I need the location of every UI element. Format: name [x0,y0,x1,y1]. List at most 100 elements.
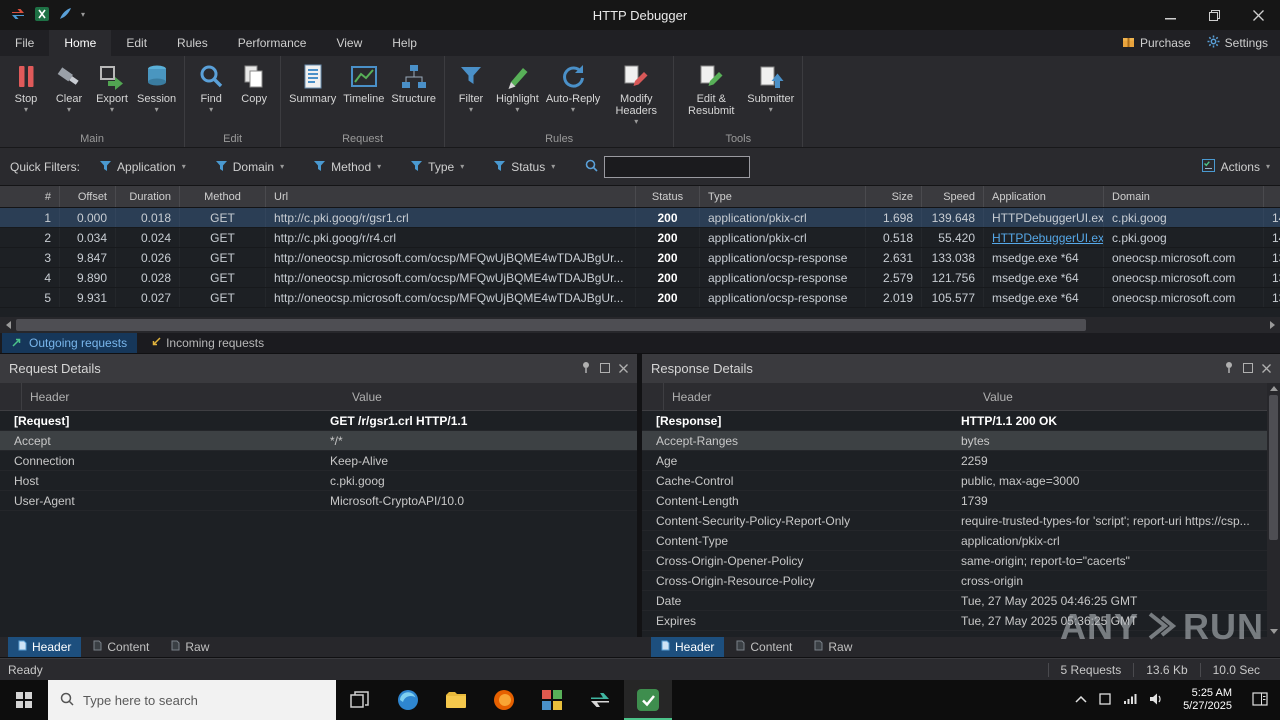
actions-dropdown[interactable]: Actions ▾ [1201,158,1270,175]
filter-domain-dropdown[interactable]: Domain ▾ [206,157,294,177]
session-button[interactable]: Session ▾ [134,59,179,116]
column-header-type[interactable]: Type [700,186,866,207]
minimize-button[interactable] [1148,0,1192,30]
pin-icon[interactable] [1224,361,1234,376]
tray-app-icon[interactable] [1099,692,1111,708]
close-panel-icon[interactable] [619,361,628,376]
request-tab-raw[interactable]: Raw [161,637,219,657]
quick-access-caret-icon[interactable]: ▾ [81,11,85,19]
scroll-right-button[interactable] [1264,317,1280,333]
column-header-status[interactable]: Status [636,186,700,207]
cell-application-link[interactable]: HTTPDebuggerUI.ex... [992,231,1103,245]
quick-edit-icon[interactable] [58,7,72,24]
restore-button[interactable] [1192,0,1236,30]
table-row[interactable]: 2 0.034 0.024 GET http://c.pki.goog/r/r4… [0,228,1280,248]
structure-button[interactable]: Structure [388,59,439,107]
table-row[interactable]: 1 0.000 0.018 GET http://c.pki.goog/r/gs… [0,208,1280,228]
taskbar-clock[interactable]: 5:25 AM 5/27/2025 [1175,687,1240,713]
scrollbar-thumb[interactable] [1269,395,1278,540]
column-header-offset[interactable]: Offset [60,186,116,207]
pin-icon[interactable] [581,361,591,376]
firefox-icon[interactable] [480,680,528,720]
response-tab-content[interactable]: Content [726,637,802,657]
task-view-button[interactable] [336,680,384,720]
edit-resubmit-button[interactable]: Edit & Resubmit [679,59,743,119]
find-button[interactable]: Find ▾ [190,59,232,116]
notification-center-icon[interactable] [1252,691,1276,709]
horizontal-scrollbar[interactable] [0,317,1280,333]
summary-button[interactable]: Summary [286,59,339,107]
modify-headers-button[interactable]: Modify Headers ▾ [604,59,668,128]
list-item[interactable]: Accept */* [0,431,637,451]
volume-icon[interactable] [1149,693,1163,708]
purchase-button[interactable]: Purchase [1122,35,1191,51]
list-item[interactable]: [Request] GET /r/gsr1.crl HTTP/1.1 [0,411,637,431]
tab-edit[interactable]: Edit [111,30,162,56]
scrollbar-track[interactable] [1267,391,1280,629]
list-item[interactable]: User-Agent Microsoft-CryptoAPI/10.0 [0,491,637,511]
filter-button[interactable]: Filter ▾ [450,59,492,116]
list-item[interactable]: Expires Tue, 27 May 2025 05:36:25 GMT [642,611,1267,631]
header-column-label[interactable]: Header [22,390,342,404]
table-row[interactable]: 3 9.847 0.026 GET http://oneocsp.microso… [0,248,1280,268]
tab-help[interactable]: Help [377,30,432,56]
scroll-down-button[interactable] [1269,629,1278,634]
table-row[interactable]: 4 9.890 0.028 GET http://oneocsp.microso… [0,268,1280,288]
response-tab-raw[interactable]: Raw [804,637,862,657]
copy-button[interactable]: Copy [233,59,275,107]
filter-method-dropdown[interactable]: Method ▾ [304,157,391,177]
taskbar-search[interactable] [48,680,336,720]
highlight-button[interactable]: Highlight ▾ [493,59,542,116]
file-explorer-icon[interactable] [432,680,480,720]
list-item[interactable]: Content-Length 1739 [642,491,1267,511]
column-header-method[interactable]: Method [180,186,266,207]
column-header-duration[interactable]: Duration [116,186,180,207]
stop-button[interactable]: Stop ▾ [5,59,47,116]
auto-reply-button[interactable]: Auto-Reply ▾ [543,59,603,116]
scroll-left-button[interactable] [0,317,16,333]
list-item[interactable]: Host c.pki.goog [0,471,637,491]
tab-file[interactable]: File [0,30,49,56]
list-item[interactable]: Connection Keep-Alive [0,451,637,471]
tab-view[interactable]: View [321,30,377,56]
tab-home[interactable]: Home [49,30,112,56]
tab-outgoing-requests[interactable]: Outgoing requests [2,333,138,353]
colorful-app-icon[interactable] [528,680,576,720]
list-item[interactable]: [Response] HTTP/1.1 200 OK [642,411,1267,431]
list-item[interactable]: Content-Security-Policy-Report-Only requi… [642,511,1267,531]
column-header-num[interactable]: # [0,186,60,207]
close-panel-icon[interactable] [1262,361,1271,376]
response-tab-header[interactable]: Header [651,637,725,657]
edge-icon[interactable] [384,680,432,720]
export-button[interactable]: Export ▾ [91,59,133,116]
maximize-panel-icon[interactable] [1243,361,1253,376]
tab-incoming-requests[interactable]: Incoming requests [139,333,274,353]
filter-status-dropdown[interactable]: Status ▾ [484,157,565,177]
column-header-url[interactable]: Url [266,186,636,207]
taskbar-search-input[interactable] [83,692,324,708]
export-excel-icon[interactable] [35,6,49,24]
request-tab-header[interactable]: Header [8,637,82,657]
list-item[interactable]: Cross-Origin-Resource-Policy cross-origin [642,571,1267,591]
submitter-button[interactable]: Submitter ▾ [744,59,797,116]
table-row[interactable]: 5 9.931 0.027 GET http://oneocsp.microso… [0,288,1280,308]
start-button[interactable] [0,680,48,720]
value-column-label[interactable]: Value [969,390,1267,404]
column-header-application[interactable]: Application [984,186,1104,207]
close-button[interactable] [1236,0,1280,30]
settings-button[interactable]: Settings [1207,35,1268,51]
filter-application-dropdown[interactable]: Application ▾ [90,157,196,177]
list-item[interactable]: Cross-Origin-Opener-Policy same-origin; r… [642,551,1267,571]
request-tab-content[interactable]: Content [83,637,159,657]
vertical-scrollbar[interactable] [1267,383,1280,637]
list-item[interactable]: Date Tue, 27 May 2025 04:46:25 GMT [642,591,1267,611]
scrollbar-track[interactable] [16,317,1264,333]
list-item[interactable]: Content-Type application/pkix-crl [642,531,1267,551]
header-column-label[interactable]: Header [664,390,969,404]
column-header-speed[interactable]: Speed [922,186,984,207]
column-header-domain[interactable]: Domain [1104,186,1264,207]
scrollbar-thumb[interactable] [16,319,1086,331]
network-icon[interactable] [1123,693,1137,708]
active-app-icon[interactable] [624,680,672,720]
tab-rules[interactable]: Rules [162,30,223,56]
